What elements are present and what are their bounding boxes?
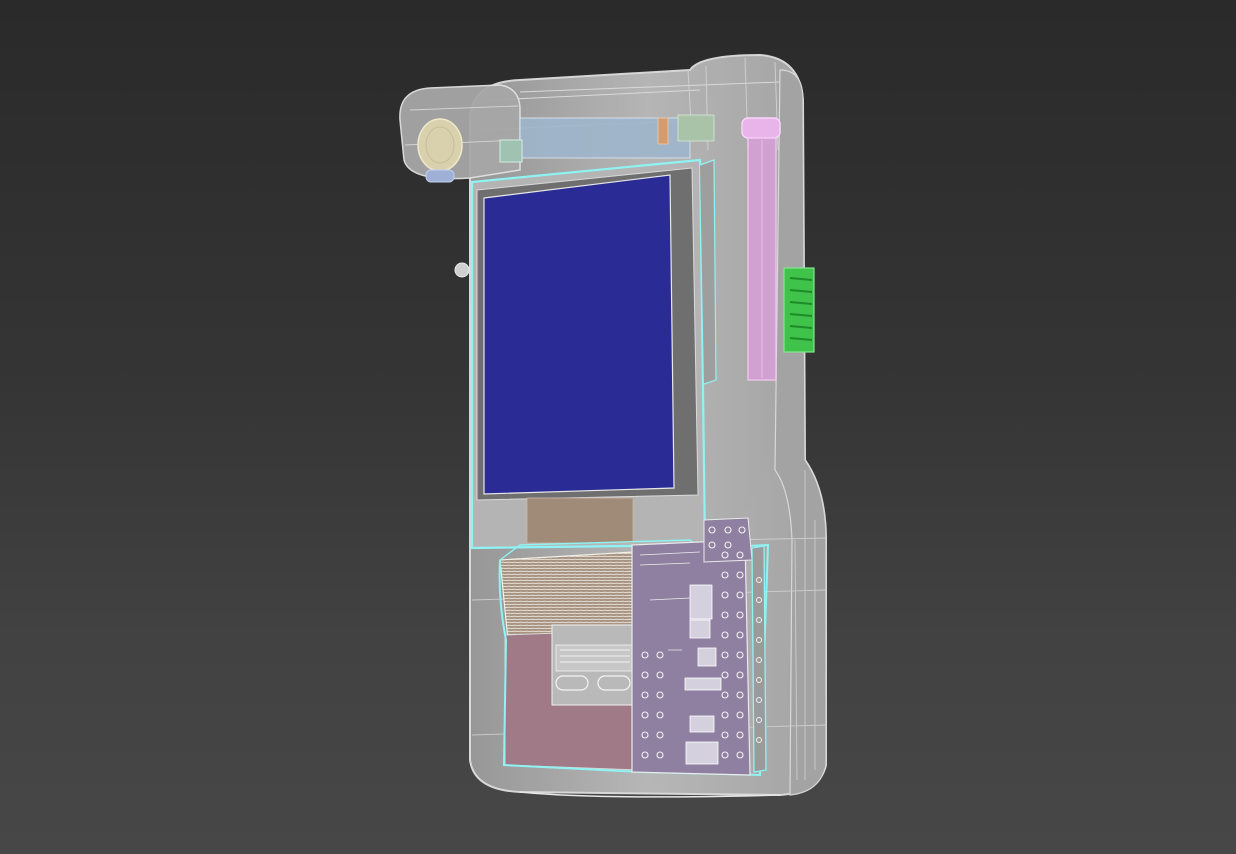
screen-flex-cable [526, 497, 634, 544]
3d-viewport[interactable] [0, 0, 1236, 854]
pcb-board [631, 539, 751, 776]
screen-module[interactable] [470, 158, 717, 550]
knob-button[interactable] [425, 169, 455, 183]
top-internal-strip [499, 114, 715, 163]
side-pin [454, 262, 470, 278]
battery-tube[interactable] [741, 117, 781, 381]
lcd-screen[interactable] [483, 174, 675, 495]
device-model-render [399, 53, 827, 798]
side-connector[interactable] [783, 267, 815, 353]
